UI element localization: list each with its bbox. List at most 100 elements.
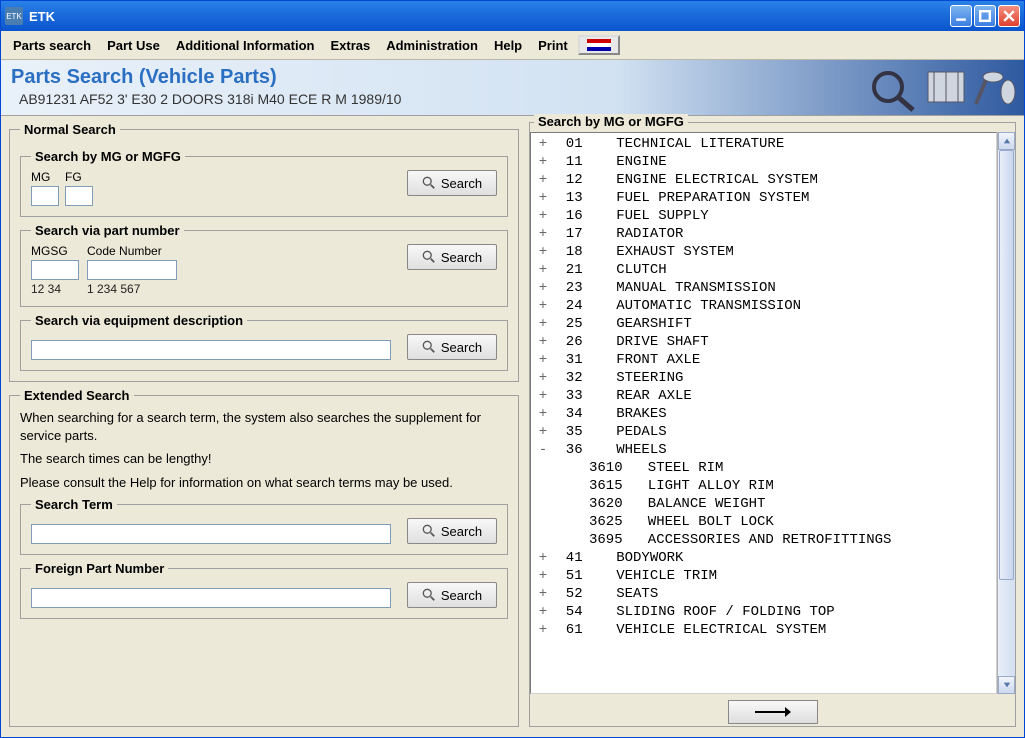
code-number-input[interactable] <box>87 260 177 280</box>
menu-administration[interactable]: Administration <box>380 36 484 55</box>
tree-scrollbar[interactable] <box>997 132 1015 694</box>
scroll-thumb[interactable] <box>999 150 1014 580</box>
menubar: Parts search Part Use Additional Informa… <box>1 31 1024 60</box>
tree-toggle-icon[interactable]: + <box>537 333 549 351</box>
tree-item[interactable]: + 25 GEARSHIFT <box>531 315 996 333</box>
tree-toggle-icon[interactable]: + <box>537 225 549 243</box>
fg-label: FG <box>65 170 93 184</box>
tree-toggle-icon[interactable]: + <box>537 261 549 279</box>
equipment-description-input[interactable] <box>31 340 391 360</box>
tree-toggle-icon[interactable]: + <box>537 405 549 423</box>
tree-toggle-icon[interactable]: + <box>537 189 549 207</box>
tree-item[interactable]: + 17 RADIATOR <box>531 225 996 243</box>
part-number-search-button[interactable]: Search <box>407 244 497 270</box>
tree-list[interactable]: + 01 TECHNICAL LITERATURE+ 11 ENGINE+ 12… <box>530 132 997 694</box>
foreign-part-input[interactable] <box>31 588 391 608</box>
app-window: ETK ETK Parts search Part Use Additional… <box>0 0 1025 738</box>
extended-search-group: Extended Search When searching for a sea… <box>9 388 519 727</box>
foreign-part-search-button[interactable]: Search <box>407 582 497 608</box>
tree-item[interactable]: - 36 WHEELS <box>531 441 996 459</box>
tree-toggle-icon[interactable]: + <box>537 351 549 369</box>
scroll-up-button[interactable] <box>998 132 1015 150</box>
search-term-input[interactable] <box>31 524 391 544</box>
mgsg-input[interactable] <box>31 260 79 280</box>
next-arrow-button[interactable] <box>728 700 818 724</box>
tree-toggle-icon[interactable]: + <box>537 603 549 621</box>
tree-child-item[interactable]: 3625 WHEEL BOLT LOCK <box>531 513 996 531</box>
tree-toggle-icon[interactable]: + <box>537 171 549 189</box>
tree-toggle-icon[interactable]: + <box>537 423 549 441</box>
tree-toggle-icon[interactable]: + <box>537 135 549 153</box>
tree-item[interactable]: + 16 FUEL SUPPLY <box>531 207 996 225</box>
tree-item[interactable]: + 12 ENGINE ELECTRICAL SYSTEM <box>531 171 996 189</box>
menu-help[interactable]: Help <box>488 36 528 55</box>
tree-toggle-icon[interactable]: + <box>537 207 549 225</box>
tree-toggle-icon[interactable]: + <box>537 243 549 261</box>
titlebar: ETK ETK <box>1 1 1024 31</box>
search-icon <box>422 588 436 602</box>
tree-toggle-icon[interactable]: + <box>537 621 549 639</box>
menu-print[interactable]: Print <box>532 36 574 55</box>
content-area: Normal Search Search by MG or MGFG MG <box>1 116 1024 737</box>
search-term-search-button[interactable]: Search <box>407 518 497 544</box>
tree-toggle-icon[interactable]: + <box>537 315 549 333</box>
tree-item[interactable]: + 41 BODYWORK <box>531 549 996 567</box>
window-controls <box>950 5 1020 27</box>
tree-item[interactable]: + 51 VEHICLE TRIM <box>531 567 996 585</box>
tree-toggle-icon[interactable]: + <box>537 279 549 297</box>
tree-toggle-icon[interactable]: + <box>537 549 549 567</box>
arrow-right-icon <box>753 706 793 718</box>
tree-item[interactable]: + 54 SLIDING ROOF / FOLDING TOP <box>531 603 996 621</box>
tree-toggle-icon[interactable]: + <box>537 297 549 315</box>
fg-input[interactable] <box>65 186 93 206</box>
tree-item[interactable]: + 31 FRONT AXLE <box>531 351 996 369</box>
mg-mgfg-search-button[interactable]: Search <box>407 170 497 196</box>
tree-item[interactable]: + 32 STEERING <box>531 369 996 387</box>
mg-input[interactable] <box>31 186 59 206</box>
tree-item[interactable]: + 11 ENGINE <box>531 153 996 171</box>
tree-toggle-icon[interactable]: + <box>537 153 549 171</box>
tree-child-item[interactable]: 3615 LIGHT ALLOY RIM <box>531 477 996 495</box>
tree-child-item[interactable]: 3620 BALANCE WEIGHT <box>531 495 996 513</box>
tree-child-item[interactable]: 3610 STEEL RIM <box>531 459 996 477</box>
language-flag-button[interactable] <box>578 35 620 55</box>
menu-additional-info[interactable]: Additional Information <box>170 36 321 55</box>
mgsg-label: MGSG <box>31 244 79 258</box>
tree-item[interactable]: + 23 MANUAL TRANSMISSION <box>531 279 996 297</box>
tree-item[interactable]: + 21 CLUTCH <box>531 261 996 279</box>
code-number-hint: 1 234 567 <box>87 282 177 296</box>
search-button-label: Search <box>441 340 482 355</box>
search-part-number-group: Search via part number MGSG 12 34 Cod <box>20 223 508 307</box>
tree-item[interactable]: + 52 SEATS <box>531 585 996 603</box>
tree-panel: Search by MG or MGFG + 01 TECHNICAL LITE… <box>529 122 1016 727</box>
tree-toggle-icon[interactable]: + <box>537 585 549 603</box>
tree-toggle-icon[interactable]: + <box>537 387 549 405</box>
menu-extras[interactable]: Extras <box>324 36 376 55</box>
menu-part-use[interactable]: Part Use <box>101 36 166 55</box>
tree-child-item[interactable]: 3695 ACCESSORIES AND RETROFITTINGS <box>531 531 996 549</box>
tree-item[interactable]: + 33 REAR AXLE <box>531 387 996 405</box>
tree-item[interactable]: + 13 FUEL PREPARATION SYSTEM <box>531 189 996 207</box>
tree-item[interactable]: + 34 BRAKES <box>531 405 996 423</box>
foreign-part-group: Foreign Part Number Search <box>20 561 508 619</box>
tree-item[interactable]: + 18 EXHAUST SYSTEM <box>531 243 996 261</box>
close-button[interactable] <box>998 5 1020 27</box>
tree-item[interactable]: + 35 PEDALS <box>531 423 996 441</box>
mg-label: MG <box>31 170 59 184</box>
tree-toggle-icon[interactable]: + <box>537 567 549 585</box>
search-equipment-legend: Search via equipment description <box>31 313 247 328</box>
minimize-button[interactable] <box>950 5 972 27</box>
tree-item[interactable]: + 24 AUTOMATIC TRANSMISSION <box>531 297 996 315</box>
tree-toggle-icon[interactable]: - <box>537 441 549 459</box>
search-equipment-group: Search via equipment description Search <box>20 313 508 371</box>
equipment-search-button[interactable]: Search <box>407 334 497 360</box>
scroll-down-button[interactable] <box>998 676 1015 694</box>
app-icon: ETK <box>5 7 23 25</box>
tree-item[interactable]: + 01 TECHNICAL LITERATURE <box>531 135 996 153</box>
tree-toggle-icon[interactable]: + <box>537 369 549 387</box>
maximize-button[interactable] <box>974 5 996 27</box>
menu-parts-search[interactable]: Parts search <box>7 36 97 55</box>
tree-item[interactable]: + 26 DRIVE SHAFT <box>531 333 996 351</box>
extended-search-text1: When searching for a search term, the sy… <box>20 409 508 444</box>
tree-item[interactable]: + 61 VEHICLE ELECTRICAL SYSTEM <box>531 621 996 639</box>
